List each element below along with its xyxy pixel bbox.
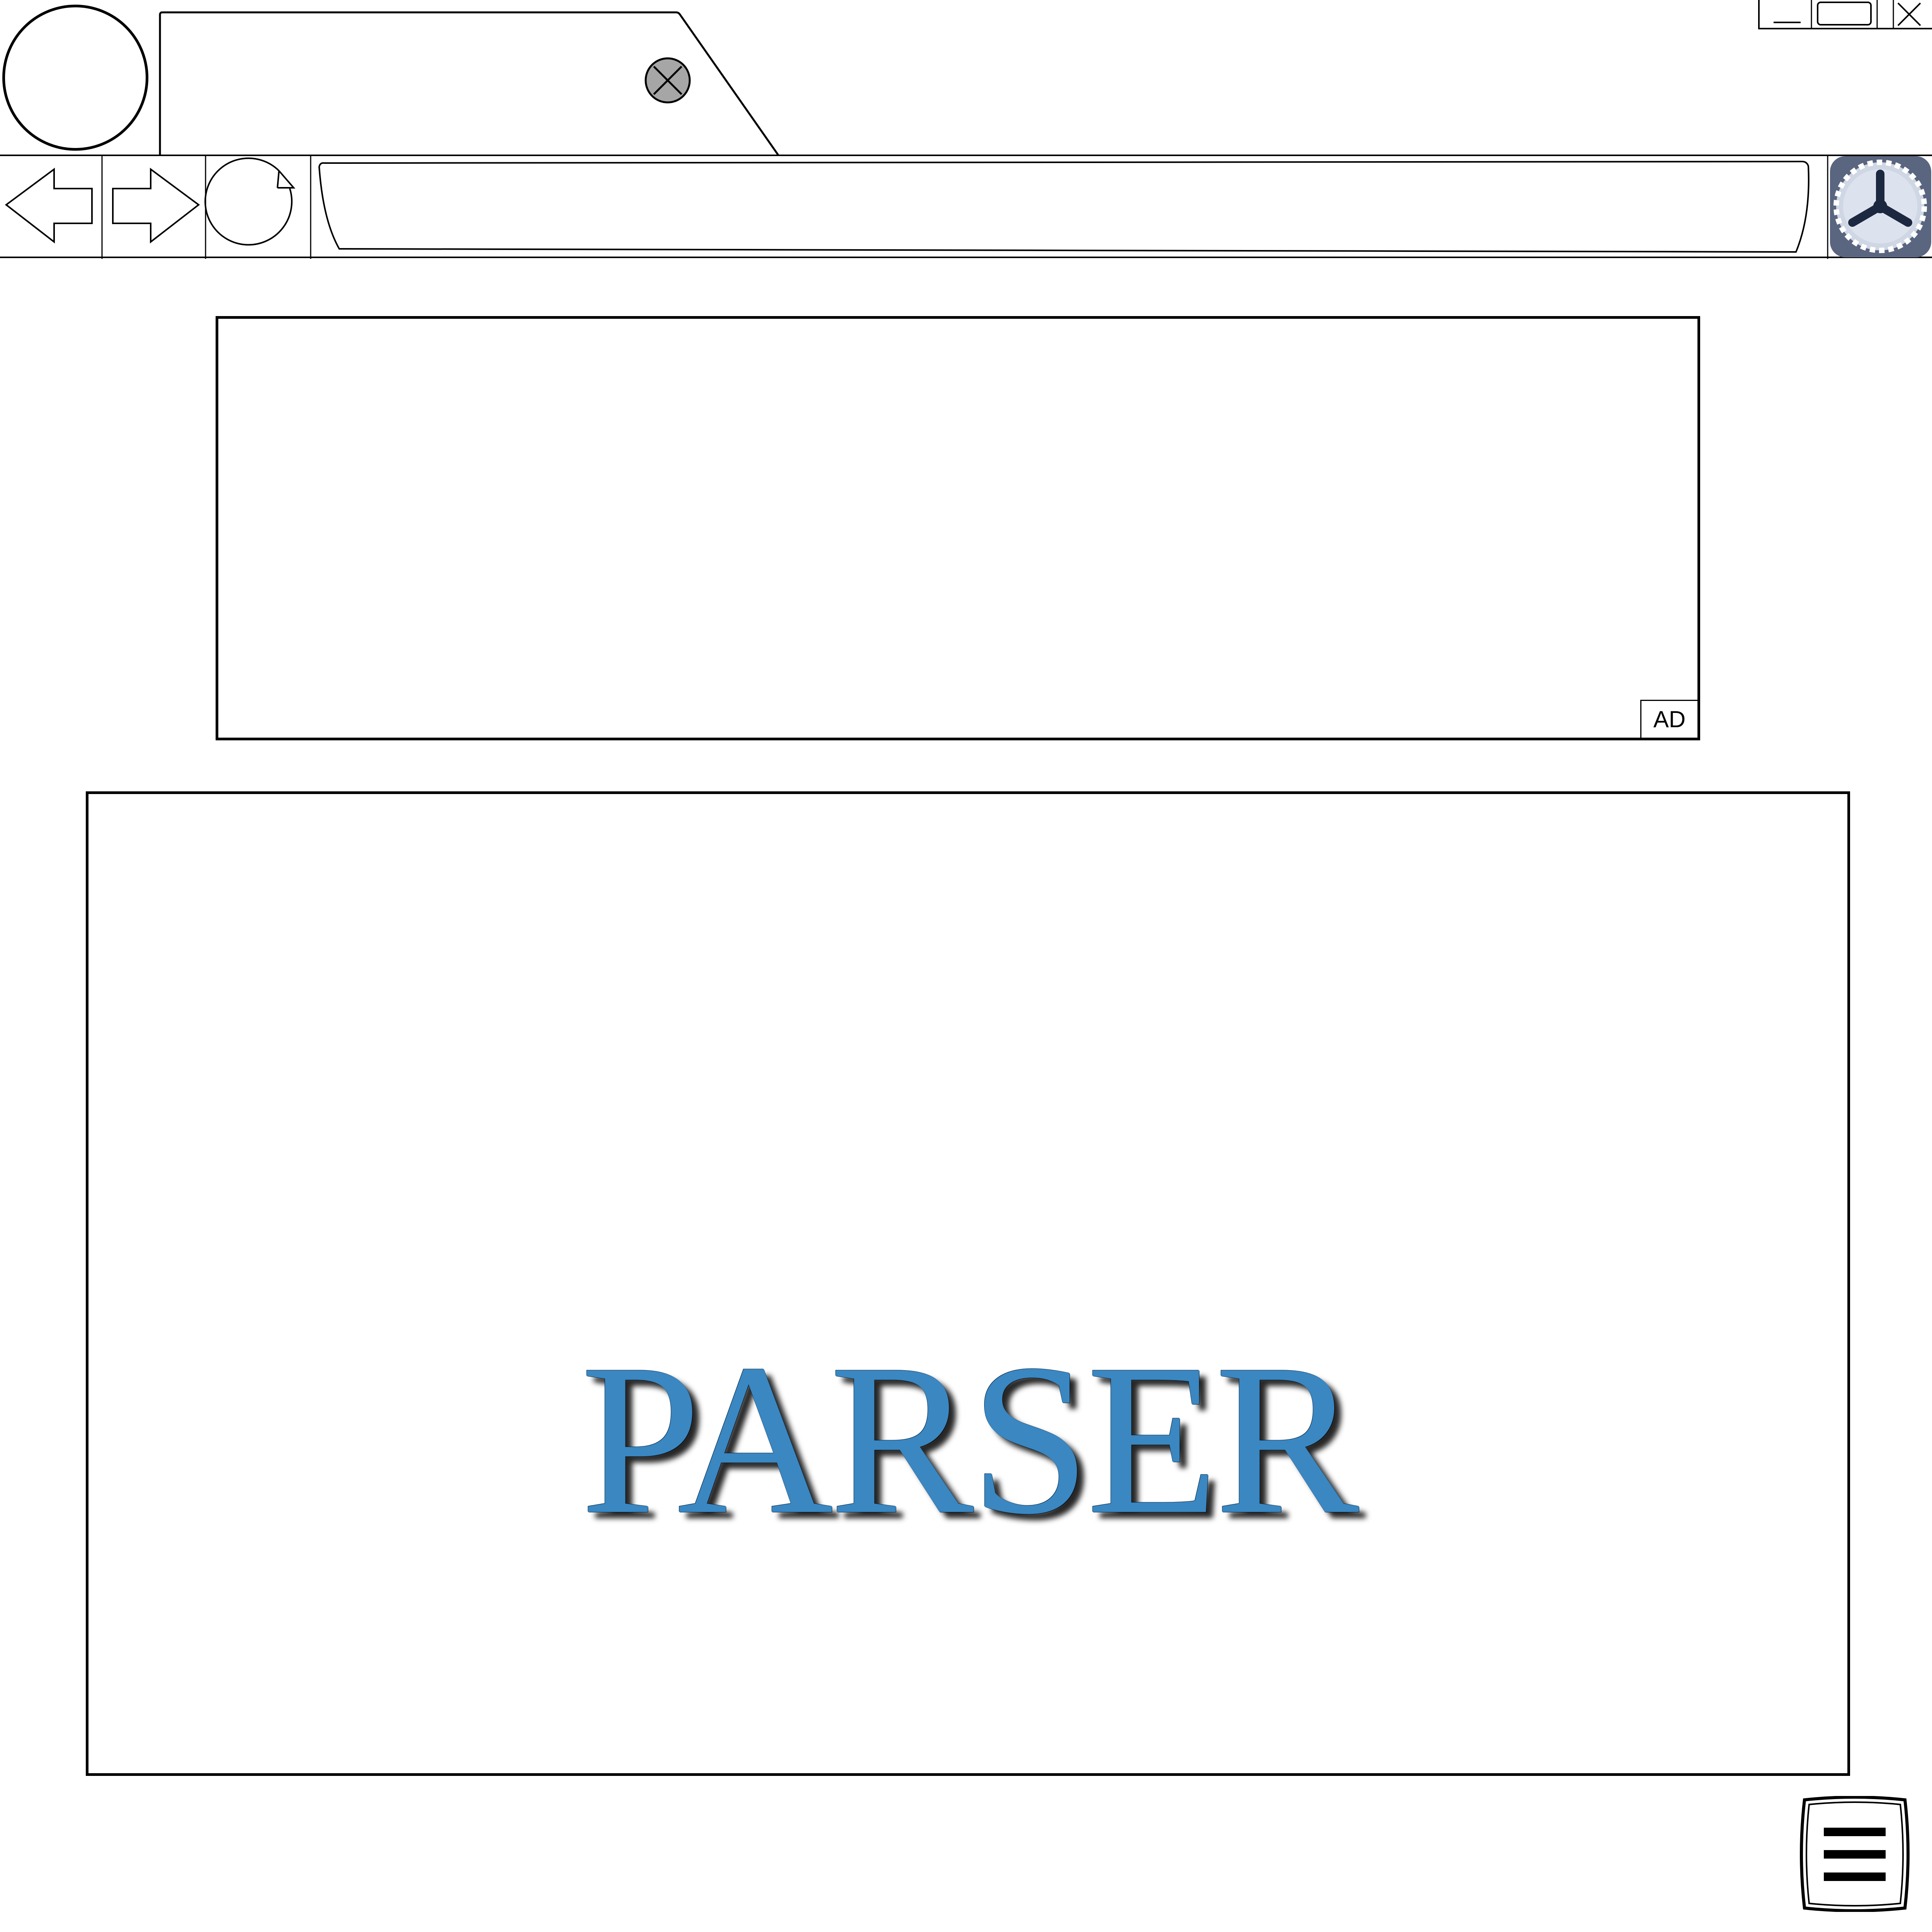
back-arrow-icon[interactable] <box>5 168 93 244</box>
main-content-panel: PARSER <box>86 791 1850 1776</box>
parser-logo-text: PARSER <box>580 1320 1359 1559</box>
hamburger-menu-button[interactable] <box>1797 1796 1913 1912</box>
gear-icon[interactable] <box>1830 156 1931 257</box>
close-icon[interactable] <box>1897 2 1921 26</box>
ad-label: AD <box>1640 700 1697 738</box>
address-bar[interactable] <box>318 160 1810 253</box>
browser-tab[interactable] <box>158 11 781 156</box>
window-controls <box>1758 0 1932 29</box>
hamburger-menu-icon <box>1824 1828 1886 1881</box>
maximize-icon[interactable] <box>1817 2 1872 26</box>
forward-arrow-icon[interactable] <box>112 168 200 244</box>
profile-avatar[interactable] <box>2 5 148 151</box>
reload-icon[interactable] <box>204 157 296 246</box>
ad-banner[interactable]: AD <box>216 316 1700 740</box>
tab-close-icon[interactable] <box>645 57 691 104</box>
navigation-bar <box>0 155 1932 259</box>
